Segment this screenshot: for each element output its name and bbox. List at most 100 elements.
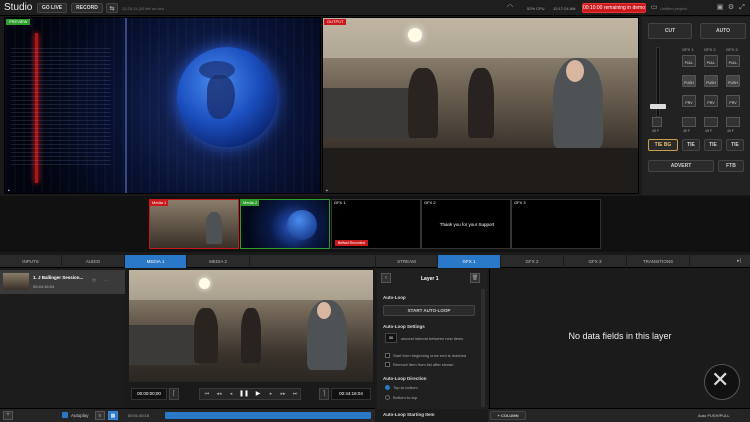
output-menu-icon[interactable]: ▪ [326,188,328,193]
auto-button[interactable]: AUTO [700,23,746,39]
gfx2-pull-button[interactable]: PULL [704,55,718,67]
trash-icon[interactable]: 🗑 [470,273,480,283]
more-icon[interactable]: ⋯ [104,278,109,284]
gfx3-fade-box[interactable] [726,117,740,127]
gfx1-label: GFX 1 [334,200,346,205]
tab-media1[interactable]: MEDIA 1 [125,255,187,268]
musician-left [408,68,438,138]
media-title: 1. J Ballinger Session... [33,275,84,280]
grid-view-icon[interactable]: ▦ [108,411,118,420]
tbar-handle[interactable] [650,104,666,109]
rewind-icon[interactable]: ◂◂ [214,389,224,399]
session-timestamp: 12:25:11 (00 left on deo [122,6,164,11]
media-video[interactable] [129,270,373,382]
add-media-icon[interactable]: + [3,411,13,420]
share-icon[interactable]: ⇆ [106,3,118,13]
preview-menu-icon[interactable]: ▪ [8,188,10,193]
fast-forward-icon[interactable]: ▸▸ [278,389,288,399]
floor [323,148,638,193]
bottom-to-top-radio[interactable] [385,395,390,400]
gear-icon[interactable]: ⚙ [727,3,735,13]
go-live-button[interactable]: GO LIVE [37,3,67,13]
pause-icon[interactable]: ❚❚ [238,389,250,399]
autoplay-checkbox[interactable] [62,412,68,418]
save-icon[interactable]: ▣ [716,3,724,13]
step-back-icon[interactable]: ◂ [226,389,236,399]
play-icon[interactable]: ▶ [252,389,264,399]
bottom-to-top-label: Bottom-to-top [393,395,418,400]
settings-scrollbar[interactable] [481,289,485,407]
cut-button[interactable]: CUT [648,23,692,39]
gfx3-push-button[interactable]: PUSH [726,75,740,87]
gfx1-push-button[interactable]: PUSH [682,75,696,87]
record-button[interactable]: RECORD [71,3,103,13]
loop-icon[interactable]: ⟳ [92,278,96,284]
auto-push-pull-toggle[interactable]: Auto PUSH/PULL [698,413,730,418]
globe-graphic [177,47,277,147]
tbar-fade-box[interactable] [652,117,662,127]
empty-layer-message: No data fields in this layer [568,331,672,341]
skip-start-icon[interactable]: ⏮ [202,389,212,399]
media-lamp [199,278,210,289]
autoloop-settings-heading: Auto-Loop Settings [383,324,425,329]
tie-gfx2-button[interactable]: TIE [704,139,722,151]
logo-glyph: ✕ [711,368,730,393]
tab-transitions[interactable]: TRANSITIONS [627,255,690,268]
top-to-bottom-radio[interactable] [385,385,390,390]
media2-source[interactable]: Media 2 [240,199,330,249]
set-out-icon[interactable]: ⎤ [319,388,329,400]
gfx1-prv-button[interactable]: PRV [682,95,696,107]
restart-loop-checkbox[interactable] [385,353,390,358]
tab-gfx2[interactable]: GFX 2 [501,255,564,268]
tab-gfx3[interactable]: GFX 3 [564,255,627,268]
tab-stream[interactable]: STREAM [376,255,438,268]
gfx2-fade-box[interactable] [704,117,718,127]
preview-label: PREVIEW [6,19,31,25]
guitar-player-head [566,60,584,82]
gfx2-prv-button[interactable]: PRV [704,95,718,107]
back-arrow-icon[interactable]: ‹ [381,273,391,283]
add-column-button[interactable]: + COLUMN [490,411,526,420]
gfx2-source[interactable]: GFX 2 Thank you for your Support [421,199,511,249]
gfx1-header: GFX 1 [682,47,694,52]
tie-gfx1-button[interactable]: TIE [682,139,700,151]
gfx3-source[interactable]: GFX 3 [511,199,601,249]
list-item[interactable]: 1. J Ballinger Session... 00:44:16:04 ⟳ … [0,270,125,294]
media-desk [129,325,199,365]
gfx1-pull-button[interactable]: PULL [682,55,696,67]
start-autoloop-button[interactable]: START AUTO-LOOP [383,305,475,316]
list-view-icon[interactable]: ≡ [95,411,105,420]
gfx3-pull-button[interactable]: PULL [726,55,740,67]
gfx1-fade-box[interactable] [682,117,696,127]
output-monitor[interactable]: OUTPUT ▪ [322,17,639,194]
set-in-icon[interactable]: ⎡ [169,388,179,400]
headphones-icon[interactable]: ◠ [506,3,514,13]
preview-monitor[interactable]: PREVIEW ▪ [4,17,321,194]
tab-audio[interactable]: AUDIO [62,255,125,268]
demo-time-badge[interactable]: 00:10:00 remaining in demo [582,3,646,13]
tab-inputs[interactable]: INPUTS [0,255,62,268]
collapse-panel-icon[interactable]: ▸| [733,256,745,267]
project-name[interactable]: Untitled project [660,6,687,11]
interval-input[interactable]: 30 [385,333,397,343]
app-title: Studio [4,2,33,13]
progress-bar[interactable] [165,412,371,419]
monitor-icon[interactable]: ▭ [650,3,658,13]
gfx2-push-button[interactable]: PUSH [704,75,718,87]
ftb-button[interactable]: FTB [718,160,744,172]
tab-media2[interactable]: MEDIA 2 [187,255,250,268]
media1-source[interactable]: Media 1 [149,199,239,249]
gfx1-source[interactable]: GFX 1 Belfast Recorded [331,199,421,249]
advert-button[interactable]: ADVERT [648,160,714,172]
interval-label: second interval between new items [401,336,464,341]
skip-end-icon[interactable]: ⏭ [290,389,300,399]
fullscreen-icon[interactable]: ⤢ [738,3,746,13]
step-forward-icon[interactable]: ▸ [266,389,276,399]
lower-third-graphic: Belfast Recorded [335,240,368,246]
tie-bg-button[interactable]: TIE BG [648,139,678,151]
tab-gfx1[interactable]: GFX 1 [438,255,501,268]
tie-gfx3-button[interactable]: TIE [726,139,744,151]
remove-item-checkbox[interactable] [385,362,390,367]
gfx3-prv-button[interactable]: PRV [726,95,740,107]
gfx2-header: GFX 2 [704,47,716,52]
